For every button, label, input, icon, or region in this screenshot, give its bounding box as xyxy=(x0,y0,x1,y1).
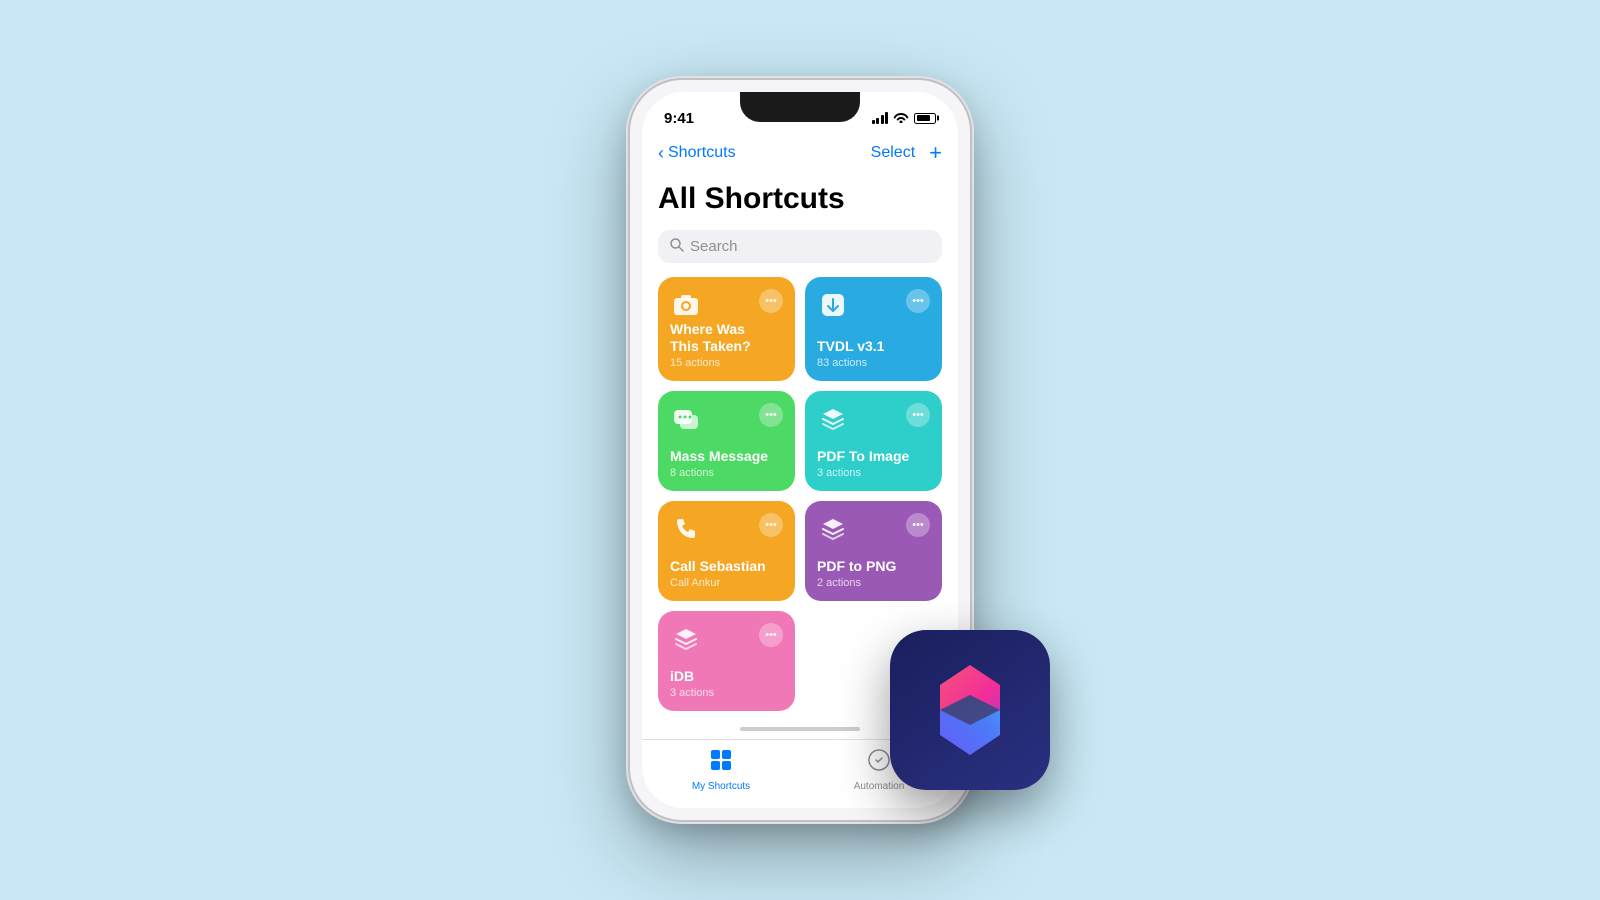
download-icon xyxy=(817,289,849,321)
card-top: ••• xyxy=(817,513,930,545)
shortcut-actions: 3 actions xyxy=(817,467,930,479)
tab-my-shortcuts[interactable]: My Shortcuts xyxy=(642,748,800,792)
search-bar[interactable]: Search xyxy=(658,230,942,263)
layers3-icon xyxy=(670,623,702,655)
shortcut-actions: 15 actions xyxy=(670,357,783,369)
status-time: 9:41 xyxy=(664,110,694,127)
card-top: ••• xyxy=(670,289,783,321)
wifi-icon xyxy=(893,111,909,126)
shortcut-name: Mass Message xyxy=(670,448,783,465)
shortcut-card-call-sebastian[interactable]: ••• Call Sebastian Call Ankur xyxy=(658,501,795,601)
shortcut-actions: 3 actions xyxy=(670,687,783,699)
select-button[interactable]: Select xyxy=(871,144,915,162)
card-menu-button[interactable]: ••• xyxy=(759,289,783,313)
add-shortcut-button[interactable]: + xyxy=(929,140,942,166)
automation-icon xyxy=(867,748,891,778)
shortcut-name: Where WasThis Taken? xyxy=(670,321,783,355)
phone-icon xyxy=(670,513,702,545)
shortcut-name: PDF to PNG xyxy=(817,558,930,575)
nav-bar: ‹ Shortcuts Select + xyxy=(642,136,958,174)
layers-icon xyxy=(817,403,849,435)
message-icon xyxy=(670,403,702,435)
back-label: Shortcuts xyxy=(668,144,736,162)
my-shortcuts-icon xyxy=(709,748,733,778)
shortcut-card-mass-message[interactable]: ••• Mass Message 8 actions xyxy=(658,391,795,491)
shortcut-card-pdf-to-image[interactable]: ••• PDF To Image 3 actions xyxy=(805,391,942,491)
shortcut-card-pdf-to-png[interactable]: ••• PDF to PNG 2 actions xyxy=(805,501,942,601)
card-top: ••• xyxy=(817,403,930,435)
card-menu-button[interactable]: ••• xyxy=(906,289,930,313)
shortcut-actions: Call Ankur xyxy=(670,577,783,589)
shortcut-actions: 83 actions xyxy=(817,357,930,369)
automation-label: Automation xyxy=(854,781,905,792)
layers2-icon xyxy=(817,513,849,545)
card-bottom: TVDL v3.1 83 actions xyxy=(817,338,930,369)
card-top: ••• xyxy=(670,513,783,545)
status-icons xyxy=(872,111,937,126)
my-shortcuts-label: My Shortcuts xyxy=(692,781,750,792)
card-menu-button[interactable]: ••• xyxy=(759,403,783,427)
shortcut-card-idb[interactable]: ••• iDB 3 actions xyxy=(658,611,795,711)
card-menu-button[interactable]: ••• xyxy=(759,513,783,537)
shortcut-actions: 8 actions xyxy=(670,467,783,479)
card-bottom: Call Sebastian Call Ankur xyxy=(670,558,783,589)
card-bottom: PDF To Image 3 actions xyxy=(817,448,930,479)
card-bottom: PDF to PNG 2 actions xyxy=(817,558,930,589)
home-indicator xyxy=(740,727,860,731)
search-icon xyxy=(670,238,684,255)
scene: 9:41 xyxy=(630,80,970,820)
back-arrow-icon: ‹ xyxy=(658,143,664,164)
shortcut-card-where-was-taken[interactable]: ••• Where WasThis Taken? 15 actions xyxy=(658,277,795,381)
card-top: ••• xyxy=(670,403,783,435)
card-menu-button[interactable]: ••• xyxy=(906,403,930,427)
camera-icon xyxy=(670,289,702,321)
shortcut-name: PDF To Image xyxy=(817,448,930,465)
nav-actions: Select + xyxy=(871,140,942,166)
search-placeholder: Search xyxy=(690,238,738,255)
notch xyxy=(740,92,860,122)
card-top: ••• xyxy=(817,289,930,321)
card-menu-button[interactable]: ••• xyxy=(906,513,930,537)
back-button[interactable]: ‹ Shortcuts xyxy=(658,143,736,164)
card-bottom: iDB 3 actions xyxy=(670,668,783,699)
card-top: ••• xyxy=(670,623,783,655)
card-bottom: Mass Message 8 actions xyxy=(670,448,783,479)
card-menu-button[interactable]: ••• xyxy=(759,623,783,647)
shortcut-actions: 2 actions xyxy=(817,577,930,589)
page-title: All Shortcuts xyxy=(658,182,942,216)
signal-bars-icon xyxy=(872,112,889,124)
shortcuts-app-icon xyxy=(890,630,1050,790)
shortcut-card-tvdl[interactable]: ••• TVDL v3.1 83 actions xyxy=(805,277,942,381)
battery-icon xyxy=(914,113,936,124)
shortcut-name: iDB xyxy=(670,668,783,685)
shortcut-name: Call Sebastian xyxy=(670,558,783,575)
shortcut-name: TVDL v3.1 xyxy=(817,338,930,355)
card-bottom: Where WasThis Taken? 15 actions xyxy=(670,321,783,369)
